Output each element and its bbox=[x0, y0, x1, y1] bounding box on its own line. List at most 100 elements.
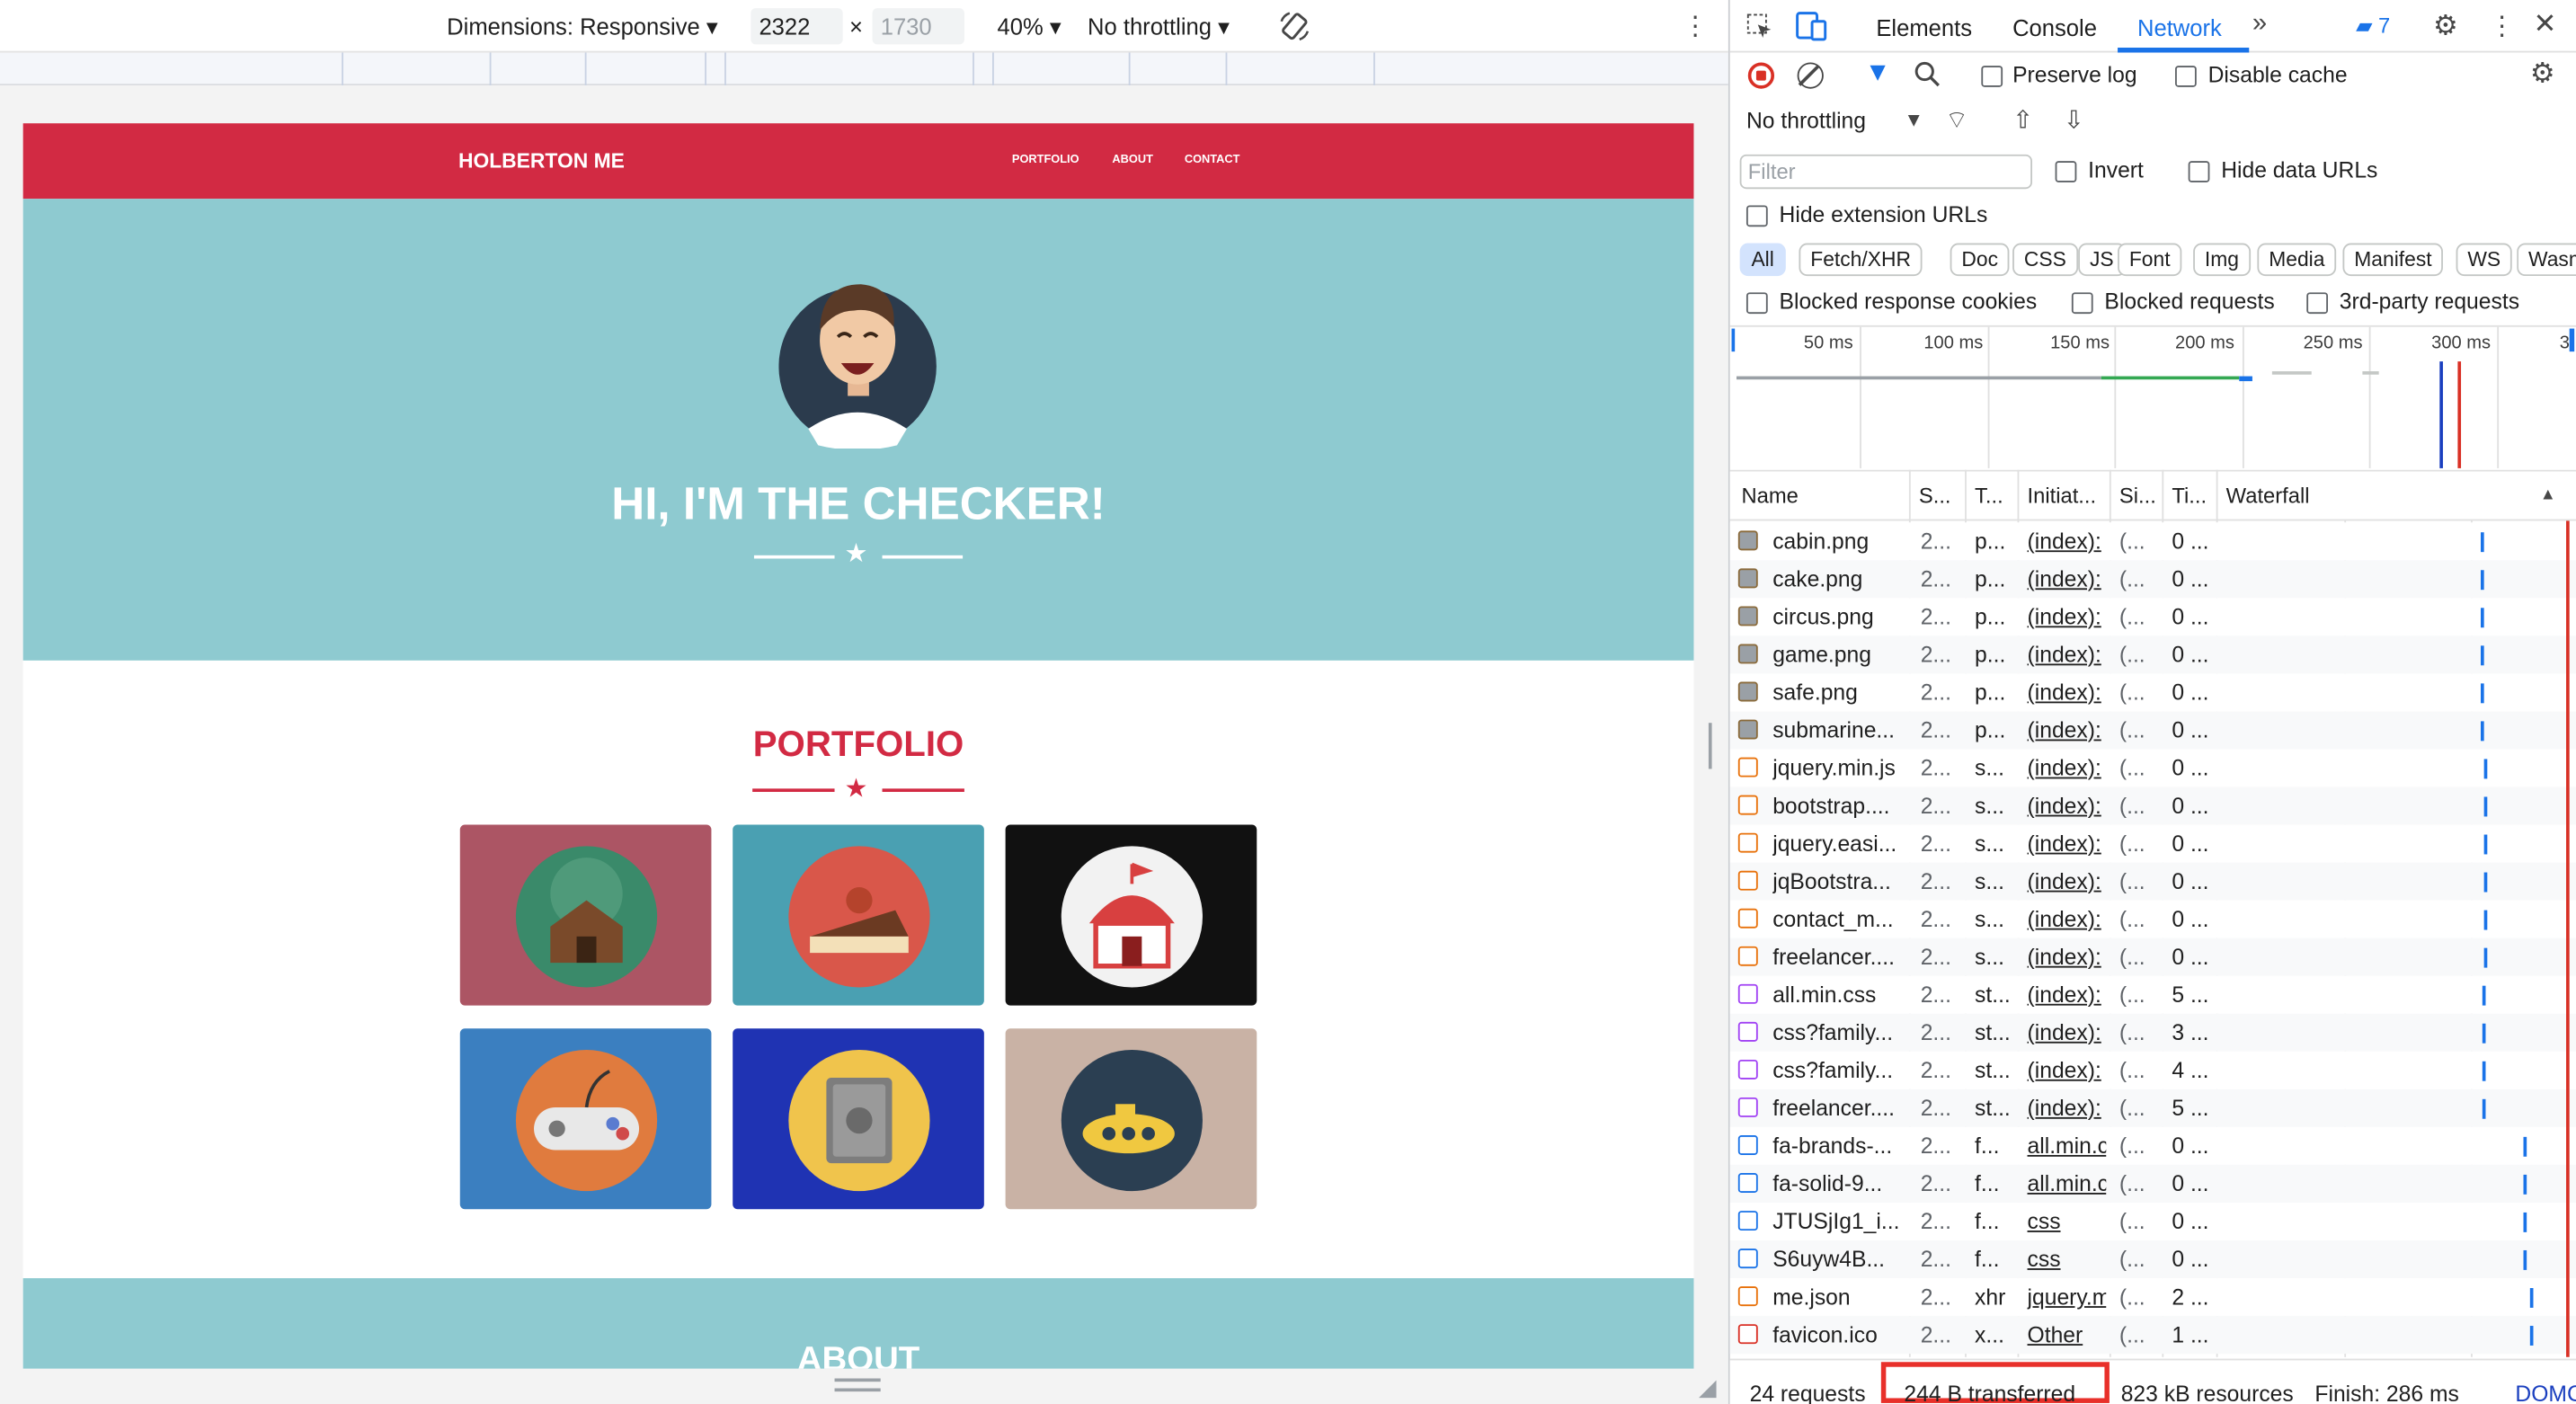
type-filter-css[interactable]: CSS bbox=[2012, 243, 2078, 277]
row-type: st... bbox=[1975, 982, 2011, 1008]
column-status[interactable]: S... bbox=[1919, 483, 1951, 507]
type-filter-media[interactable]: Media bbox=[2257, 243, 2337, 277]
throttle-dropdown[interactable]: No throttling ▾ bbox=[1088, 13, 1230, 41]
dropdown-arrow-icon[interactable]: ▼ bbox=[1904, 109, 1923, 132]
tab-elements[interactable]: Elements bbox=[1876, 14, 1972, 40]
throttling-dropdown[interactable]: No throttling bbox=[1746, 109, 1866, 133]
tab-network[interactable]: Network bbox=[2137, 14, 2222, 40]
column-size[interactable]: Si... bbox=[2119, 483, 2156, 507]
rotate-icon[interactable] bbox=[1278, 10, 1311, 48]
column-initiator[interactable]: Initiat... bbox=[2028, 483, 2097, 507]
row-size: (... bbox=[2119, 717, 2145, 743]
network-settings-icon[interactable]: ⚙ bbox=[2530, 58, 2555, 91]
blocked-response-cookies-checkbox[interactable] bbox=[1745, 292, 1768, 315]
row-initiator[interactable]: all.min.c bbox=[2028, 1133, 2107, 1158]
type-filter-fetch-xhr[interactable]: Fetch/XHR bbox=[1799, 243, 1923, 277]
disable-cache-checkbox[interactable] bbox=[2175, 66, 2197, 87]
row-initiator[interactable]: (index): bbox=[2028, 1020, 2107, 1044]
row-initiator[interactable]: css bbox=[2028, 1247, 2107, 1271]
dimensions-dropdown[interactable]: Dimensions: Responsive ▾ bbox=[447, 13, 718, 41]
nav-link-contact[interactable]: CONTACT bbox=[1185, 155, 1240, 166]
row-initiator[interactable]: (index): bbox=[2028, 831, 2107, 856]
timeline-handle-right[interactable] bbox=[2569, 328, 2575, 352]
network-conditions-icon[interactable]: ⌔ bbox=[1945, 105, 1968, 137]
resize-handle-bottom[interactable] bbox=[834, 1378, 881, 1382]
row-initiator[interactable]: (index): bbox=[2028, 869, 2107, 893]
row-initiator[interactable]: (index): bbox=[2028, 643, 2107, 667]
row-initiator[interactable]: (index): bbox=[2028, 982, 2107, 1007]
type-filter-img[interactable]: Img bbox=[2193, 243, 2251, 277]
blocked-requests-checkbox[interactable] bbox=[2071, 292, 2093, 315]
type-filter-wasm[interactable]: Wasm bbox=[2517, 243, 2576, 277]
row-time: 0 ... bbox=[2172, 1133, 2209, 1159]
portfolio-tile-submarine[interactable] bbox=[1005, 1028, 1257, 1210]
row-initiator[interactable]: (index): bbox=[2028, 1096, 2107, 1120]
row-initiator[interactable]: (index): bbox=[2028, 718, 2107, 742]
row-initiator[interactable]: (index): bbox=[2028, 756, 2107, 780]
hide-extension-urls-checkbox[interactable] bbox=[1745, 205, 1768, 227]
row-initiator[interactable]: (index): bbox=[2028, 1058, 2107, 1082]
width-input[interactable]: 2322 bbox=[751, 8, 843, 45]
height-input[interactable]: 1730 bbox=[872, 8, 964, 45]
filter-icon[interactable]: ▼ bbox=[1865, 59, 1891, 89]
row-initiator[interactable]: (index): bbox=[2028, 529, 2107, 554]
clear-icon[interactable] bbox=[1797, 62, 1824, 89]
tab-console[interactable]: Console bbox=[2012, 14, 2097, 40]
type-filter-manifest[interactable]: Manifest bbox=[2342, 243, 2444, 277]
timeline-handle-left[interactable] bbox=[1731, 328, 1736, 352]
record-stop-icon[interactable] bbox=[1747, 62, 1775, 89]
close-icon[interactable]: ✕ bbox=[2533, 8, 2556, 41]
type-filter-ws[interactable]: WS bbox=[2456, 243, 2512, 277]
portfolio-tile-game[interactable] bbox=[459, 1028, 712, 1210]
filter-input[interactable]: Filter bbox=[1739, 154, 2033, 190]
dropdown-arrow-icon: ▾ bbox=[1218, 13, 1230, 40]
invert-checkbox[interactable] bbox=[2055, 161, 2077, 182]
third-party-checkbox[interactable] bbox=[2306, 292, 2329, 315]
row-time: 0 ... bbox=[2172, 944, 2209, 970]
type-filter-all[interactable]: All bbox=[1739, 243, 1786, 277]
row-initiator[interactable]: all.min.c bbox=[2028, 1171, 2107, 1195]
resize-handle-right[interactable] bbox=[1708, 723, 1712, 769]
nav-link-about[interactable]: ABOUT bbox=[1112, 155, 1152, 166]
site-brand[interactable]: HOLBERTON ME bbox=[458, 149, 625, 173]
row-initiator[interactable]: (index): bbox=[2028, 567, 2107, 591]
column-type[interactable]: T... bbox=[1975, 483, 2003, 507]
hide-data-urls-checkbox[interactable] bbox=[2188, 161, 2210, 182]
waterfall-bar bbox=[2529, 1288, 2534, 1308]
row-type: f... bbox=[1975, 1133, 2000, 1159]
row-initiator[interactable]: css bbox=[2028, 1209, 2107, 1233]
column-waterfall[interactable]: Waterfall bbox=[2226, 483, 2310, 507]
issues-button[interactable]: ▰ 7 bbox=[2356, 13, 2390, 40]
portfolio-tile-cabin[interactable] bbox=[459, 824, 712, 1006]
device-toggle-icon[interactable] bbox=[1796, 12, 1827, 46]
column-time[interactable]: Ti... bbox=[2172, 483, 2207, 507]
row-initiator[interactable]: Other bbox=[2028, 1322, 2107, 1346]
sort-ascending-icon[interactable]: ▲ bbox=[2540, 486, 2556, 504]
portfolio-tile-cake[interactable] bbox=[733, 824, 984, 1006]
preserve-log-checkbox[interactable] bbox=[1981, 66, 2003, 87]
portfolio-tile-safe[interactable] bbox=[733, 1028, 984, 1210]
export-har-icon[interactable]: ⇩ bbox=[2064, 105, 2084, 135]
row-initiator[interactable]: (index): bbox=[2028, 945, 2107, 969]
type-filter-doc[interactable]: Doc bbox=[1950, 243, 2010, 277]
media-query-ruler bbox=[0, 52, 1728, 86]
more-options-icon[interactable]: ⋮ bbox=[2489, 10, 2515, 43]
more-options-icon[interactable]: ⋮ bbox=[1683, 10, 1709, 43]
row-initiator[interactable]: jquery.m bbox=[2028, 1284, 2107, 1309]
portfolio-tile-circus[interactable] bbox=[1005, 824, 1257, 1006]
import-har-icon[interactable]: ⇧ bbox=[2012, 105, 2033, 135]
type-filter-font[interactable]: Font bbox=[2118, 243, 2182, 277]
settings-icon[interactable]: ⚙ bbox=[2433, 10, 2458, 43]
waterfall-bar bbox=[2480, 608, 2484, 628]
row-initiator[interactable]: (index): bbox=[2028, 794, 2107, 818]
nav-link-portfolio[interactable]: PORTFOLIO bbox=[1012, 155, 1079, 166]
resize-corner-icon[interactable]: ◢ bbox=[1699, 1373, 1717, 1401]
inspect-element-icon[interactable] bbox=[1746, 13, 1774, 47]
more-tabs-icon[interactable]: » bbox=[2252, 10, 2267, 40]
zoom-dropdown[interactable]: 40% ▾ bbox=[997, 13, 1061, 41]
search-icon[interactable] bbox=[1914, 61, 1940, 93]
row-initiator[interactable]: (index): bbox=[2028, 907, 2107, 931]
row-initiator[interactable]: (index): bbox=[2028, 605, 2107, 629]
column-name[interactable]: Name bbox=[1741, 483, 1798, 507]
row-initiator[interactable]: (index): bbox=[2028, 680, 2107, 705]
